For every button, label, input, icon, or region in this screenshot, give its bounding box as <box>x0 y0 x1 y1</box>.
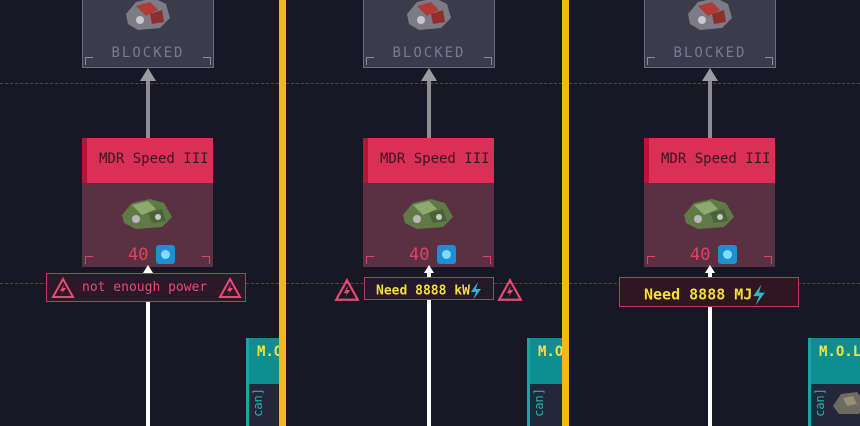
mech-part-icon <box>122 199 172 229</box>
power-line-tip <box>424 265 434 273</box>
mech-part-icon <box>833 392 860 414</box>
upgrade-card[interactable]: MDR Speed III 40 <box>82 138 213 267</box>
energy-chip-icon <box>437 245 456 264</box>
power-line-tip <box>143 265 153 273</box>
energy-chip-icon <box>156 245 175 264</box>
upgrade-title: MDR Speed III <box>380 151 490 167</box>
dependency-line <box>146 80 150 138</box>
warning-icon <box>218 277 242 298</box>
energy-chip-icon <box>718 245 737 264</box>
lightning-icon <box>753 284 766 306</box>
warning-icon <box>497 278 523 301</box>
upgrade-card[interactable]: MDR Speed III 40 <box>644 138 775 267</box>
mol-node[interactable]: M.O.L can] <box>527 338 562 426</box>
upgrade-title: MDR Speed III <box>99 151 209 167</box>
mol-node-vertical-text: can] <box>251 388 265 417</box>
tooltip-text: Need 8888 kW <box>376 283 470 299</box>
mol-node[interactable]: M.O.L can] <box>246 338 279 426</box>
mech-part-icon <box>407 0 451 30</box>
dependency-line <box>427 80 431 138</box>
warning-icon <box>51 277 75 298</box>
warning-icon <box>334 278 360 301</box>
panel-divider <box>562 0 569 426</box>
mol-node-title: M.O.L <box>538 344 562 360</box>
power-need-tooltip: Need 8888 kW <box>364 277 494 300</box>
lightning-icon <box>470 282 481 300</box>
blocked-label: BLOCKED <box>392 45 466 61</box>
blocked-node[interactable]: BLOCKED <box>363 0 495 68</box>
tier-divider-line <box>0 83 279 84</box>
power-need-tooltip: Need 8888 MJ <box>619 277 799 307</box>
tech-panel-3: BLOCKED MDR Speed III 40 M.O.L can] <box>569 0 860 426</box>
upgrade-card[interactable]: MDR Speed III 40 <box>363 138 494 267</box>
power-warning-tooltip: not enough power <box>46 273 246 302</box>
dependency-arrow <box>421 68 437 81</box>
upgrade-cost: 40 <box>409 245 430 265</box>
tier-divider-line <box>569 83 860 84</box>
mol-node-title: M.O.L <box>257 344 279 360</box>
tech-panel-2: BLOCKED MDR Speed III 40 M.O.L can] <box>286 0 562 426</box>
mol-node[interactable]: M.O.L can] <box>808 338 860 426</box>
blocked-node[interactable]: BLOCKED <box>644 0 776 68</box>
tooltip-text: not enough power <box>82 280 208 295</box>
mech-part-icon <box>684 199 734 229</box>
mech-part-icon <box>688 0 732 30</box>
dependency-line <box>708 80 712 138</box>
card-header: MDR Speed III <box>644 138 775 183</box>
tier-divider-line <box>286 83 562 84</box>
mol-node-vertical-text: can] <box>813 388 827 417</box>
upgrade-cost: 40 <box>690 245 711 265</box>
mol-node-vertical-text: can] <box>532 388 546 417</box>
dependency-arrow <box>140 68 156 81</box>
mech-part-icon <box>403 199 453 229</box>
panel-divider <box>279 0 286 426</box>
blocked-label: BLOCKED <box>111 45 185 61</box>
mech-part-icon <box>126 0 170 30</box>
tech-panel-1: BLOCKED MDR Speed III 40 not enough powe… <box>0 0 279 426</box>
power-line-tip <box>705 265 715 273</box>
card-header: MDR Speed III <box>82 138 213 183</box>
tooltip-text: Need 8888 MJ <box>644 285 753 304</box>
upgrade-title: MDR Speed III <box>661 151 771 167</box>
dependency-arrow <box>702 68 718 81</box>
blocked-label: BLOCKED <box>673 45 747 61</box>
blocked-node[interactable]: BLOCKED <box>82 0 214 68</box>
card-header: MDR Speed III <box>363 138 494 183</box>
mol-node-title: M.O.L <box>819 344 860 360</box>
upgrade-cost: 40 <box>128 245 149 265</box>
